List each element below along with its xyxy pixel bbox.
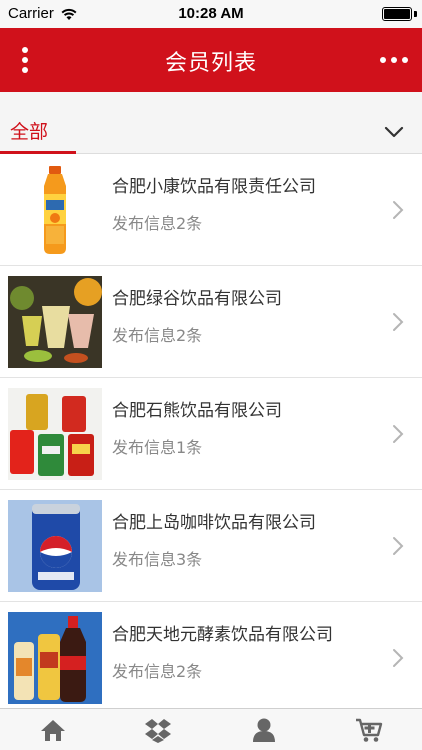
list-item[interactable]: 合肥绿谷饮品有限公司 发布信息2条 (0, 266, 422, 378)
clock: 10:28 AM (178, 5, 244, 22)
chevron-down-icon[interactable] (382, 120, 406, 144)
post-count: 发布信息3条 (112, 550, 203, 569)
tab-cart[interactable] (317, 709, 422, 750)
soda-cans-image (8, 388, 102, 480)
battery-icon (382, 7, 412, 21)
dropbox-icon (145, 718, 172, 743)
post-count: 发布信息2条 (112, 326, 203, 345)
chevron-right-icon (393, 537, 404, 555)
post-count: 发布信息1条 (112, 438, 203, 457)
tab-all[interactable]: 全部 (0, 116, 76, 154)
battery-cap (414, 11, 417, 17)
chevron-right-icon (393, 313, 404, 331)
list-item[interactable]: 合肥小康饮品有限责任公司 发布信息2条 (0, 154, 422, 266)
pepsi-can-image (8, 500, 102, 592)
post-count: 发布信息2条 (112, 214, 203, 233)
member-name: 合肥小康饮品有限责任公司 (112, 177, 316, 197)
drink-bottles-image (8, 612, 102, 704)
post-count: 发布信息2条 (112, 662, 203, 681)
list-item[interactable]: 合肥天地元酵素饮品有限公司 发布信息2条 (0, 602, 422, 708)
home-icon (40, 719, 65, 741)
dot-icon (402, 57, 408, 63)
list-item[interactable]: 合肥石熊饮品有限公司 发布信息1条 (0, 378, 422, 490)
chevron-right-icon (393, 201, 404, 219)
tab-dropbox[interactable] (106, 709, 212, 750)
chevron-right-icon (393, 649, 404, 667)
page-title: 会员列表 (164, 51, 257, 76)
dot-icon (391, 57, 397, 63)
orange-juice-bottle-image (8, 164, 102, 256)
tab-home[interactable] (0, 709, 106, 750)
add-cart-icon (356, 718, 383, 742)
bottom-tab-bar (0, 708, 422, 750)
more-options-button[interactable] (374, 48, 414, 72)
dot-icon (380, 57, 386, 63)
list-item[interactable]: 合肥上岛咖啡饮品有限公司 发布信息3条 (0, 490, 422, 602)
chevron-right-icon (393, 425, 404, 443)
member-list: 合肥小康饮品有限责任公司 发布信息2条 合肥绿谷饮品有限公司 发布信息2条 合肥… (0, 154, 422, 708)
user-icon (252, 718, 275, 742)
member-name: 合肥绿谷饮品有限公司 (112, 289, 282, 309)
filter-bar: 全部 (0, 92, 422, 154)
member-name: 合肥天地元酵素饮品有限公司 (112, 625, 333, 645)
tab-profile[interactable] (211, 709, 317, 750)
status-bar: Carrier 10:28 AM (0, 0, 422, 28)
fresh-juice-glasses-image (8, 276, 102, 368)
nav-header: 会员列表 (0, 28, 422, 92)
member-name: 合肥石熊饮品有限公司 (112, 401, 282, 421)
member-name: 合肥上岛咖啡饮品有限公司 (112, 513, 316, 533)
